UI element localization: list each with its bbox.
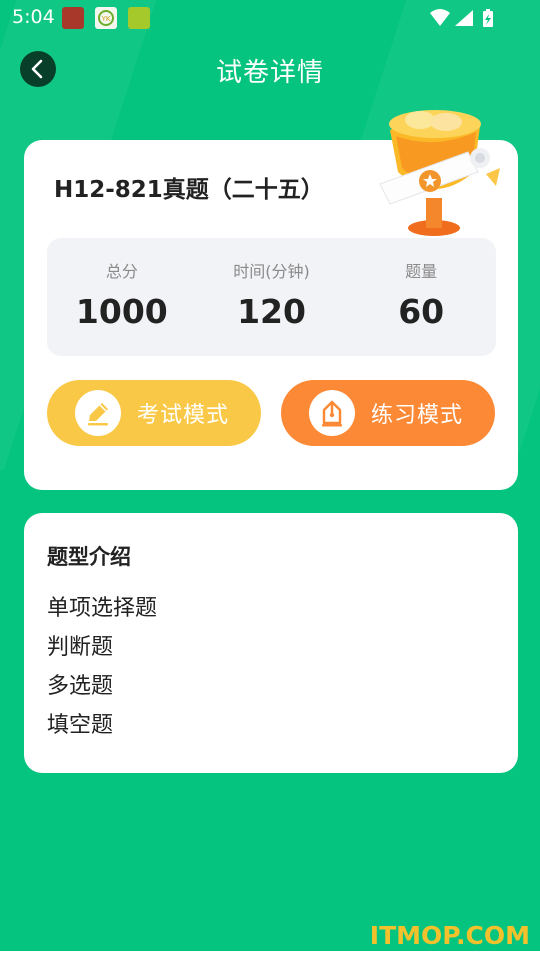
list-item: 单项选择题 <box>47 596 158 621</box>
status-time: 5:04 <box>12 6 55 28</box>
notification-app-2-icon: YK <box>95 7 117 29</box>
wifi-icon <box>430 9 450 26</box>
stat-value: 1000 <box>75 292 168 331</box>
exam-title: H12-821真题（二十五） <box>54 177 324 203</box>
status-right-icons <box>428 8 500 34</box>
practice-mode-label: 练习模式 <box>371 403 464 428</box>
stat-label: 总分 <box>105 262 138 281</box>
signal-icon <box>455 10 473 26</box>
trophy-scroll-icon <box>379 110 500 236</box>
stat-total-score: 总分 1000 <box>47 238 197 356</box>
stat-label: 时间(分钟) <box>233 262 310 281</box>
pencil-icon <box>75 390 121 436</box>
stat-time: 时间(分钟) 120 <box>197 238 347 356</box>
battery-icon <box>483 9 493 27</box>
question-type-list: 单项选择题 判断题 多选题 填空题 <box>47 589 157 745</box>
bottom-strip <box>0 951 540 960</box>
list-item: 多选题 <box>47 674 114 699</box>
stat-value: 120 <box>237 292 306 331</box>
page-title: 试卷详情 <box>215 58 324 88</box>
stat-label: 题量 <box>405 262 438 281</box>
header: 试卷详情 <box>0 44 540 94</box>
notification-app-1-icon <box>62 7 84 29</box>
status-bar: 5:04 YK <box>0 0 540 36</box>
intro-title: 题型介绍 <box>47 545 131 569</box>
exam-stats: 总分 1000 时间(分钟) 120 题量 60 <box>47 238 496 356</box>
svg-text:YK: YK <box>101 15 111 23</box>
watermark: ITMOP.COM <box>369 921 530 950</box>
practice-pen-icon <box>309 390 355 436</box>
question-type-intro-card: 题型介绍 单项选择题 判断题 多选题 填空题 <box>24 513 518 773</box>
stat-value: 60 <box>398 292 445 331</box>
list-item: 填空题 <box>47 713 114 738</box>
notification-app-3-icon <box>128 7 150 29</box>
stat-question-count: 题量 60 <box>346 238 496 356</box>
exam-mode-label: 考试模式 <box>137 403 230 428</box>
exam-mode-button[interactable]: 考试模式 <box>47 380 261 446</box>
list-item: 判断题 <box>47 635 114 660</box>
practice-mode-button[interactable]: 练习模式 <box>281 380 495 446</box>
